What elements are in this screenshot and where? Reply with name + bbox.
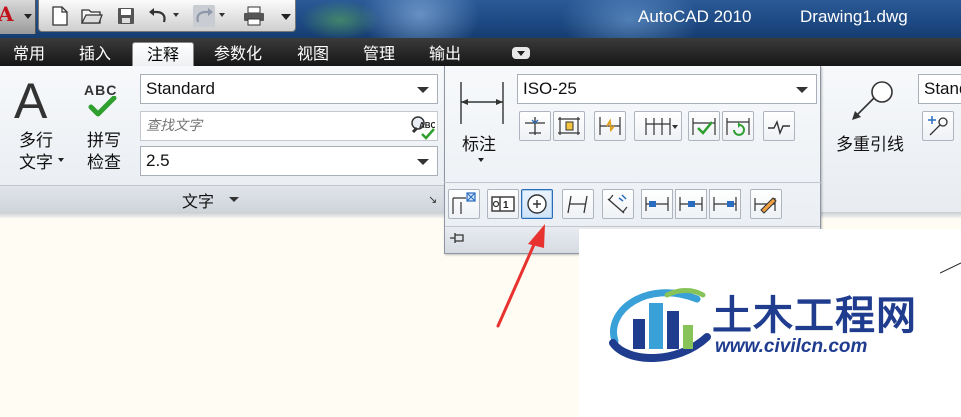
minimize-ribbon-button[interactable] bbox=[512, 47, 530, 59]
drawing-line bbox=[940, 262, 961, 274]
application-menu-button[interactable]: A bbox=[0, 0, 36, 34]
multileader-style-select[interactable]: Standard bbox=[918, 74, 961, 104]
pin-icon[interactable] bbox=[449, 231, 467, 245]
tab-insert[interactable]: 插入 bbox=[68, 42, 122, 66]
chevron-down-icon bbox=[796, 87, 808, 93]
red-arrow-annotation bbox=[496, 224, 545, 328]
continue-dimension-icon[interactable] bbox=[634, 111, 682, 141]
tab-output[interactable]: 输出 bbox=[418, 42, 472, 66]
tab-manage[interactable]: 管理 bbox=[352, 42, 406, 66]
dimension-break-icon[interactable] bbox=[519, 111, 551, 141]
override-icon[interactable] bbox=[750, 189, 782, 219]
center-mark-icon[interactable] bbox=[521, 189, 553, 219]
adjust-space-icon[interactable] bbox=[553, 111, 585, 141]
chevron-down-icon bbox=[417, 87, 429, 93]
multileader-icon[interactable] bbox=[846, 78, 898, 124]
new-icon[interactable] bbox=[49, 5, 71, 27]
plot-icon[interactable] bbox=[243, 5, 265, 27]
find-text-input[interactable] bbox=[141, 112, 391, 140]
ribbon-tab-bar: 常用 插入 注释 参数化 视图 管理 输出 bbox=[0, 38, 961, 66]
text-style-select[interactable]: Standard bbox=[140, 74, 438, 104]
dialog-launcher-icon[interactable]: ↘ bbox=[428, 193, 437, 206]
chevron-down-icon[interactable] bbox=[478, 158, 484, 162]
save-icon[interactable] bbox=[115, 5, 137, 27]
app-title: AutoCAD 2010 bbox=[638, 7, 752, 26]
document-title: Drawing1.dwg bbox=[800, 7, 908, 26]
jog-line-icon[interactable] bbox=[594, 111, 626, 141]
dimension-style-select[interactable]: ISO-25 bbox=[517, 74, 817, 104]
update-icon[interactable] bbox=[722, 111, 754, 141]
spell-label-line2: 检查 bbox=[87, 153, 121, 173]
inspection-icon[interactable]: 1 bbox=[487, 189, 519, 219]
find-replace-icon[interactable]: ABC bbox=[409, 114, 435, 140]
text-style-value: Standard bbox=[146, 79, 215, 98]
spell-label-line1: 拼写 bbox=[87, 131, 121, 151]
tab-home[interactable]: 常用 bbox=[4, 42, 54, 66]
add-leader-icon[interactable] bbox=[922, 111, 954, 141]
undo-icon[interactable] bbox=[147, 5, 169, 27]
tab-annotate[interactable]: 注释 bbox=[132, 42, 194, 66]
inspect-icon[interactable] bbox=[688, 111, 720, 141]
mtext-label-line1: 多行 bbox=[19, 131, 53, 151]
multileader-style-value: Standard bbox=[924, 79, 961, 98]
oblique-icon[interactable] bbox=[562, 189, 594, 219]
chevron-down-icon[interactable] bbox=[229, 197, 239, 202]
autocad-logo-icon: A bbox=[0, 2, 14, 26]
multiline-text-button[interactable]: 多行 文字 bbox=[14, 130, 58, 174]
watermark-site-name: 土木工程网 bbox=[712, 293, 917, 339]
tolerance-icon[interactable] bbox=[448, 189, 480, 219]
right-justify-icon[interactable] bbox=[709, 189, 741, 219]
chevron-down-icon[interactable] bbox=[58, 158, 64, 162]
find-text-field[interactable]: ABC bbox=[140, 111, 438, 141]
civilcn-logo-icon bbox=[609, 288, 711, 362]
redo-icon[interactable] bbox=[193, 5, 215, 27]
left-justify-icon[interactable] bbox=[641, 189, 673, 219]
undo-dropdown-icon[interactable] bbox=[173, 13, 179, 17]
chevron-down-icon bbox=[417, 159, 429, 165]
tab-view[interactable]: 视图 bbox=[286, 42, 340, 66]
quick-access-toolbar bbox=[38, 0, 296, 32]
spell-check-button[interactable]: 拼写 检查 bbox=[82, 130, 126, 174]
dimension-style-value: ISO-25 bbox=[523, 79, 577, 98]
panel-divider bbox=[444, 182, 821, 183]
tab-parametric[interactable]: 参数化 bbox=[204, 42, 272, 66]
chevron-down-icon bbox=[24, 14, 32, 19]
chevron-down-icon bbox=[672, 125, 678, 129]
svg-text:1: 1 bbox=[503, 200, 509, 211]
mtext-label-line2: 文字 bbox=[19, 153, 53, 173]
text-panel-title[interactable]: 文字 bbox=[182, 188, 214, 212]
jogged-linear-icon[interactable] bbox=[763, 111, 795, 141]
open-icon[interactable] bbox=[81, 5, 103, 27]
text-height-select[interactable]: 2.5 bbox=[140, 146, 438, 176]
multiline-text-icon[interactable]: A bbox=[14, 76, 47, 126]
dimension-button-label[interactable]: 标注 bbox=[462, 130, 496, 155]
check-icon bbox=[88, 96, 117, 117]
watermark-url: www.civilcn.com bbox=[715, 336, 868, 357]
multileader-button-label[interactable]: 多重引线 bbox=[836, 130, 904, 155]
redo-dropdown-icon[interactable] bbox=[219, 13, 225, 17]
text-height-value: 2.5 bbox=[146, 151, 170, 170]
text-panel-footer[interactable] bbox=[0, 185, 446, 212]
center-justify-icon[interactable] bbox=[675, 189, 707, 219]
text-angle-icon[interactable] bbox=[602, 189, 634, 219]
customize-icon[interactable] bbox=[275, 5, 297, 27]
svg-text:ABC: ABC bbox=[419, 121, 435, 130]
linear-dimension-icon[interactable] bbox=[458, 80, 506, 126]
